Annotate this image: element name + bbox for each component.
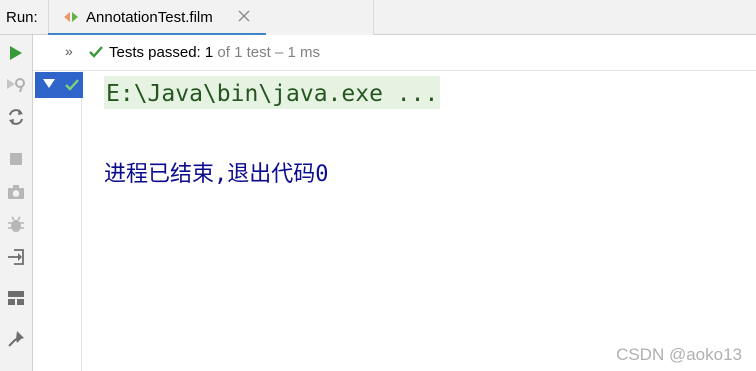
triangle-down-icon[interactable]: [43, 79, 55, 89]
stop-icon[interactable]: [6, 149, 26, 169]
layout-icon[interactable]: [6, 288, 26, 308]
test-summary: Tests passed: 1 of 1 test – 1 ms: [109, 44, 320, 61]
debug-icon[interactable]: [6, 215, 26, 235]
tab-title[interactable]: AnnotationTest.film: [86, 9, 213, 26]
close-icon[interactable]: [238, 10, 250, 22]
check-icon: [65, 79, 79, 91]
console-command-line[interactable]: E:\Java\bin\java.exe ...: [104, 76, 441, 109]
rerun-failed-icon[interactable]: [6, 75, 26, 95]
run-panel-label: Run:: [6, 9, 38, 26]
passed-count: 1: [204, 44, 214, 61]
exit-icon[interactable]: [6, 247, 26, 267]
check-icon: [89, 46, 103, 58]
test-tree: [33, 71, 83, 371]
console-output[interactable]: E:\Java\bin\java.exe ... 进程已结束,退出代码0: [83, 71, 756, 371]
test-tree-root-row[interactable]: [35, 72, 83, 98]
status-suffix: of 1 test – 1 ms: [213, 44, 320, 61]
status-prefix: Tests passed:: [109, 44, 205, 61]
pin-icon[interactable]: [6, 329, 26, 349]
exit-code: 0: [315, 162, 329, 187]
watermark: CSDN @aoko13: [616, 345, 742, 364]
chevron-double-right-icon[interactable]: »: [65, 43, 73, 59]
run-config-icon: [64, 12, 78, 22]
run-tab-bar: Run: AnnotationTest.film: [0, 0, 756, 36]
rerun-icon[interactable]: [6, 43, 26, 63]
camera-icon[interactable]: [6, 182, 26, 202]
console-exit-line: 进程已结束,退出代码0: [104, 156, 329, 188]
toggle-auto-test-icon[interactable]: [6, 107, 26, 127]
exit-message: 进程已结束,退出代码: [104, 162, 316, 187]
test-status-bar: » Tests passed: 1 of 1 test – 1 ms: [33, 35, 756, 71]
run-toolbar: [0, 35, 33, 371]
